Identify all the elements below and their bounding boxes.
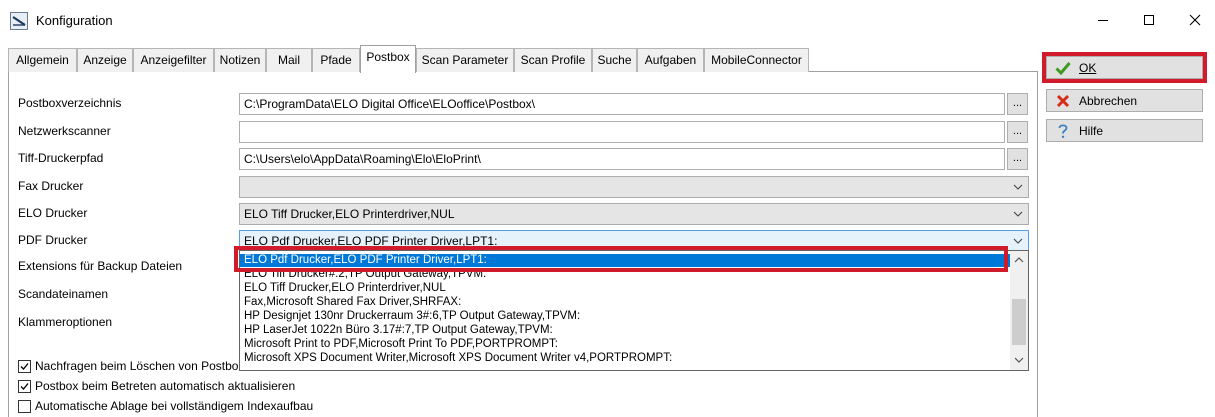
label-klammeroptionen: Klammeroptionen bbox=[18, 315, 113, 329]
label-fax-drucker: Fax Drucker bbox=[18, 179, 84, 193]
minimize-icon bbox=[1098, 20, 1108, 21]
postboxverzeichnis-field[interactable]: C:\ProgramData\ELO Digital Office\ELOoff… bbox=[239, 93, 1005, 115]
scrollbar-thumb[interactable] bbox=[1012, 299, 1026, 345]
tab-anzeigefilter[interactable]: Anzeigefilter bbox=[133, 48, 214, 72]
pdf-drucker-select[interactable]: ELO Pdf Drucker,ELO PDF Printer Driver,L… bbox=[239, 230, 1029, 252]
postboxverzeichnis-browse-button[interactable]: ... bbox=[1007, 93, 1028, 115]
close-icon bbox=[1189, 14, 1201, 26]
pdf-drucker-dropdown-list[interactable]: ELO Pdf Drucker,ELO PDF Printer Driver,L… bbox=[239, 250, 1029, 371]
dropdown-option[interactable]: ELO Tiff Drucker#:2,TP Output Gateway,TP… bbox=[240, 268, 1010, 281]
netzwerkscanner-browse-button[interactable]: ... bbox=[1007, 121, 1028, 143]
check-icon bbox=[20, 382, 29, 390]
netzwerkscanner-field[interactable] bbox=[239, 121, 1005, 143]
ok-label: OK bbox=[1079, 60, 1097, 75]
chevron-down-icon bbox=[1013, 238, 1023, 244]
tab-notizen[interactable]: Notizen bbox=[214, 48, 266, 72]
checkmark-icon bbox=[1055, 60, 1071, 76]
label-extensions: Extensions für Backup Dateien bbox=[18, 259, 183, 273]
tab-allgemein[interactable]: Allgemein bbox=[8, 48, 77, 72]
checkbox-box[interactable] bbox=[18, 399, 31, 413]
app-icon bbox=[10, 12, 28, 30]
tab-postbox[interactable]: Postbox bbox=[360, 45, 416, 73]
help-label: Hilfe bbox=[1079, 123, 1104, 138]
tiff-druckerpfad-browse-button[interactable]: ... bbox=[1007, 148, 1028, 170]
maximize-button[interactable] bbox=[1126, 0, 1172, 40]
dropdown-option[interactable]: HP LaserJet 1022n Büro 3.17#:7,TP Output… bbox=[240, 324, 1010, 337]
elo-drucker-value: ELO Tiff Drucker,ELO Printerdriver,NUL bbox=[244, 207, 455, 221]
scroll-up-icon[interactable] bbox=[1013, 255, 1025, 265]
cancel-label: Abbrechen bbox=[1079, 93, 1138, 108]
tab-scan-profile[interactable]: Scan Profile bbox=[514, 48, 592, 72]
help-button[interactable]: Hilfe bbox=[1046, 119, 1203, 142]
label-scandateinamen: Scandateinamen bbox=[18, 287, 109, 301]
elo-drucker-select[interactable]: ELO Tiff Drucker,ELO Printerdriver,NUL bbox=[239, 203, 1029, 225]
label-tiff-druckerpfad: Tiff-Druckerpfad bbox=[18, 151, 104, 165]
dropdown-option[interactable]: Microsoft Print to PDF,Microsoft Print T… bbox=[240, 338, 1010, 351]
minimize-button[interactable] bbox=[1080, 0, 1126, 40]
checkbox-label: Automatische Ablage bei vollständigem In… bbox=[35, 399, 314, 413]
checkbox-box[interactable] bbox=[18, 359, 31, 373]
cancel-button[interactable]: Abbrechen bbox=[1046, 89, 1203, 112]
close-window-button[interactable] bbox=[1172, 0, 1215, 40]
ok-button[interactable]: OK bbox=[1046, 56, 1203, 79]
checkbox-box[interactable] bbox=[18, 379, 31, 393]
dropdown-option[interactable]: Fax,Microsoft Shared Fax Driver,SHRFAX: bbox=[240, 296, 1010, 309]
label-postboxverzeichnis: Postboxverzeichnis bbox=[18, 96, 122, 110]
tab-mobileconnector[interactable]: MobileConnector bbox=[704, 48, 809, 72]
tab-pfade[interactable]: Pfade bbox=[312, 48, 360, 72]
title-bar: Konfiguration bbox=[0, 0, 1215, 40]
tab-anzeige[interactable]: Anzeige bbox=[77, 48, 133, 72]
checkbox-nachfragen-loeschen[interactable]: Nachfragen beim Löschen von Postbox bbox=[18, 358, 244, 374]
tiff-druckerpfad-field[interactable]: C:\Users\elo\AppData\Roaming\Elo\EloPrin… bbox=[239, 148, 1005, 170]
tab-mail[interactable]: Mail bbox=[266, 48, 312, 72]
cancel-x-icon bbox=[1055, 93, 1071, 109]
fax-drucker-select[interactable] bbox=[239, 176, 1029, 198]
dropdown-option[interactable]: ELO Pdf Drucker,ELO PDF Printer Driver,L… bbox=[240, 254, 1010, 267]
chevron-down-icon bbox=[1013, 211, 1023, 217]
tab-suche[interactable]: Suche bbox=[592, 48, 637, 72]
chevron-down-icon bbox=[1013, 184, 1023, 190]
help-icon bbox=[1055, 123, 1071, 139]
check-icon bbox=[20, 362, 29, 370]
label-pdf-drucker: PDF Drucker bbox=[18, 233, 88, 247]
checkbox-label: Postbox beim Betreten automatisch aktual… bbox=[35, 379, 296, 393]
pdf-drucker-value: ELO Pdf Drucker,ELO PDF Printer Driver,L… bbox=[244, 234, 498, 248]
dropdown-scrollbar[interactable] bbox=[1010, 251, 1028, 370]
dropdown-option[interactable]: Microsoft XPS Document Writer,Microsoft … bbox=[240, 352, 1010, 365]
checkbox-label: Nachfragen beim Löschen von Postbox bbox=[35, 359, 245, 373]
maximize-icon bbox=[1144, 15, 1154, 25]
label-elo-drucker: ELO Drucker bbox=[18, 206, 88, 220]
tab-strip: Allgemein Anzeige Anzeigefilter Notizen … bbox=[8, 45, 1038, 73]
scroll-down-icon[interactable] bbox=[1013, 355, 1025, 365]
tab-scan-parameter[interactable]: Scan Parameter bbox=[416, 48, 514, 72]
checkbox-postbox-aktualisieren[interactable]: Postbox beim Betreten automatisch aktual… bbox=[18, 378, 295, 394]
tab-aufgaben[interactable]: Aufgaben bbox=[637, 48, 704, 72]
label-netzwerkscanner: Netzwerkscanner bbox=[18, 124, 111, 138]
dropdown-option[interactable]: HP Designjet 130nr Druckerraum 3#:6,TP O… bbox=[240, 310, 1010, 323]
window-title: Konfiguration bbox=[36, 13, 113, 28]
dropdown-option[interactable]: ELO Tiff Drucker,ELO Printerdriver,NUL bbox=[240, 282, 1010, 295]
